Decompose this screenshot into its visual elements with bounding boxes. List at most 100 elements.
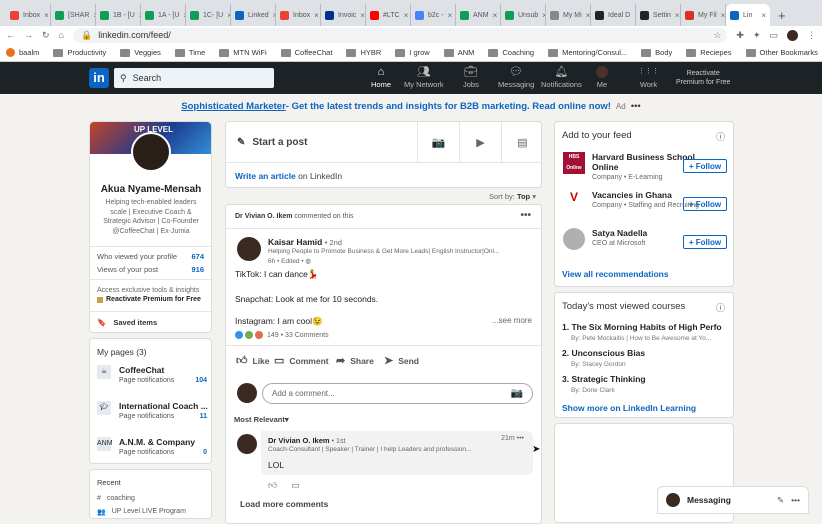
more-options-icon[interactable]: ••• [520,210,531,221]
view-all-recommendations[interactable]: View all recommendations [562,269,669,279]
forward-icon[interactable]: → [24,30,33,40]
commenter-name[interactable]: Dr Vivian O. Ikem [268,436,330,445]
document-icon[interactable]: ▤ [502,122,543,162]
follow-button[interactable]: + Follow [683,197,727,211]
reload-icon[interactable]: ↻ [42,30,50,41]
show-more-learning[interactable]: Show more on LinkedIn Learning [562,403,696,413]
compose-icon[interactable]: ✎ [777,495,784,506]
new-tab-icon[interactable]: + [770,4,794,26]
menu-icon[interactable]: ⋮ [807,30,816,41]
bookmark-item[interactable]: I grow [395,48,430,57]
ad-link[interactable]: Sophisticated Marketer [181,101,286,112]
search-input[interactable]: ⚲ Search [114,68,274,88]
browser-tab[interactable]: [SHAR× [51,4,96,26]
url-field[interactable]: 🔒 linkedin.com/feed/ ☆ [72,27,728,43]
course-item[interactable]: 1. The Six Morning Habits of High Perfor… [562,322,722,342]
linkedin-logo[interactable]: in [89,68,109,88]
comment-input[interactable]: Add a comment... 📷 [262,383,533,404]
home-icon[interactable]: ⌂ [59,30,64,40]
author-name[interactable]: Kaisar Hamid [268,237,322,247]
browser-tab[interactable]: My Mi × [546,4,591,26]
follow-button[interactable]: + Follow [683,235,727,249]
recommendation-logo[interactable]: HBS Online [563,152,585,174]
bookmark-item[interactable]: Time [174,48,205,57]
reactions-row[interactable]: 149 • 33 Comments [235,331,329,339]
close-tab-icon[interactable]: × [493,11,498,20]
browser-tab[interactable]: Inbox × [6,4,51,26]
my-page-item[interactable]: ☕︎ CoffeeChat Page notifications 104 [97,365,207,384]
more-options-icon[interactable]: ••• [791,495,800,505]
browser-tab[interactable]: ANM × [456,4,501,26]
premium-reactivate-link[interactable]: Reactivate Premium for Free [97,296,201,303]
thumbs-up-icon[interactable]: 👍︎ [268,480,277,491]
close-tab-icon[interactable]: × [448,11,453,20]
info-icon[interactable]: ⓘ [716,301,725,314]
profile-name[interactable]: Akua Nyame-Mensah [90,184,212,195]
commenter-avatar[interactable] [237,434,257,454]
browser-tab[interactable]: 1C- [U× [186,4,231,26]
bookmark-item[interactable]: Reciepes [686,48,732,57]
most-relevant-dropdown[interactable]: Most Relevant▾ [234,415,289,424]
my-page-item[interactable]: ANM A.N.M. & Company Page notifications 0 [97,437,207,456]
back-icon[interactable]: ← [6,30,15,40]
browser-tab[interactable]: #LTC × [366,4,411,26]
send-button[interactable]: ➤ Send [384,354,419,367]
browser-tab[interactable]: 1A - [U× [141,4,186,26]
start-post-button[interactable]: ✎ Start a post [226,122,417,162]
cast-icon[interactable]: ▭ [769,30,778,41]
comment-button[interactable]: ▭ Comment [274,354,329,367]
close-tab-icon[interactable]: × [761,11,766,20]
profile-views-row[interactable]: Who viewed your profile 674 [97,252,204,261]
star-icon[interactable]: ☆ [713,30,727,41]
nav-my-network[interactable]: 👥︎ My Network [404,66,444,89]
reply-icon[interactable]: ▭ [291,480,300,491]
video-icon[interactable]: ▶ [460,122,501,162]
more-icon[interactable]: ••• [631,101,641,112]
camera-icon[interactable]: 📷 [418,122,459,162]
close-tab-icon[interactable]: × [360,11,365,20]
more-options-icon[interactable]: ••• [517,435,524,442]
close-tab-icon[interactable]: × [404,11,409,20]
see-more-link[interactable]: ...see more [492,316,532,325]
write-article-link[interactable]: Write an article on LinkedIn [235,171,342,181]
nav-me[interactable]: Me [596,66,608,89]
like-button[interactable]: 👍︎ Like [236,354,270,367]
close-tab-icon[interactable]: × [675,11,680,20]
bookmark-item[interactable]: Coaching [488,48,534,57]
bookmark-item[interactable]: MTN WiFi [219,48,267,57]
browser-tab[interactable]: Lin × [726,4,770,26]
close-tab-icon[interactable]: × [586,11,590,20]
bookmark-item[interactable]: CoffeeChat [280,48,332,57]
bookmark-item[interactable]: Body [641,48,672,57]
browser-tab[interactable]: My Fil × [681,4,726,26]
profile-avatar[interactable] [787,29,798,41]
course-item[interactable]: 3. Strategic Thinking By: Dorie Clark [562,374,722,394]
recommendation-logo[interactable] [563,228,585,250]
browser-tab[interactable]: b2c - × [411,4,456,26]
premium-link[interactable]: Reactivate Premium for Free [676,69,730,87]
bookmark-item[interactable]: baalm [6,48,39,57]
bookmark-item[interactable]: Veggies [120,48,161,57]
recent-item[interactable]: # coaching [97,495,135,502]
recent-item[interactable]: 👥 UP Level LIVE Program [97,508,186,516]
nav-notifications[interactable]: 🔔︎ Notifications [541,66,582,89]
author-avatar[interactable] [237,237,261,261]
bookmark-item[interactable]: Mentoring/Consul... [548,48,627,57]
browser-tab[interactable]: Linked× [231,4,276,26]
bookmark-item[interactable]: HYBR [346,48,381,57]
browser-tab[interactable]: Inbox × [276,4,321,26]
my-page-item[interactable]: 🎓︎ International Coach ... Page notificati… [97,401,208,420]
other-bookmarks[interactable]: Other Bookmarks [745,48,818,57]
course-item[interactable]: 2. Unconscious Bias By: Stacey Gordon [562,348,722,368]
share-button[interactable]: ➦ Share [336,354,374,367]
puzzle-icon[interactable]: ✦ [753,30,761,41]
bookmark-item[interactable]: ANM [443,48,474,57]
browser-tab[interactable]: Invoic × [321,4,366,26]
browser-tab[interactable]: Ideal D× [591,4,636,26]
browser-tab[interactable]: Settin × [636,4,681,26]
info-icon[interactable]: ⓘ [716,130,725,143]
browser-tab[interactable]: 1B - [U× [96,4,141,26]
recommendation-logo[interactable]: V [563,190,585,212]
profile-avatar[interactable] [131,132,171,172]
messaging-bar[interactable]: Messaging ✎ ••• [657,486,809,514]
